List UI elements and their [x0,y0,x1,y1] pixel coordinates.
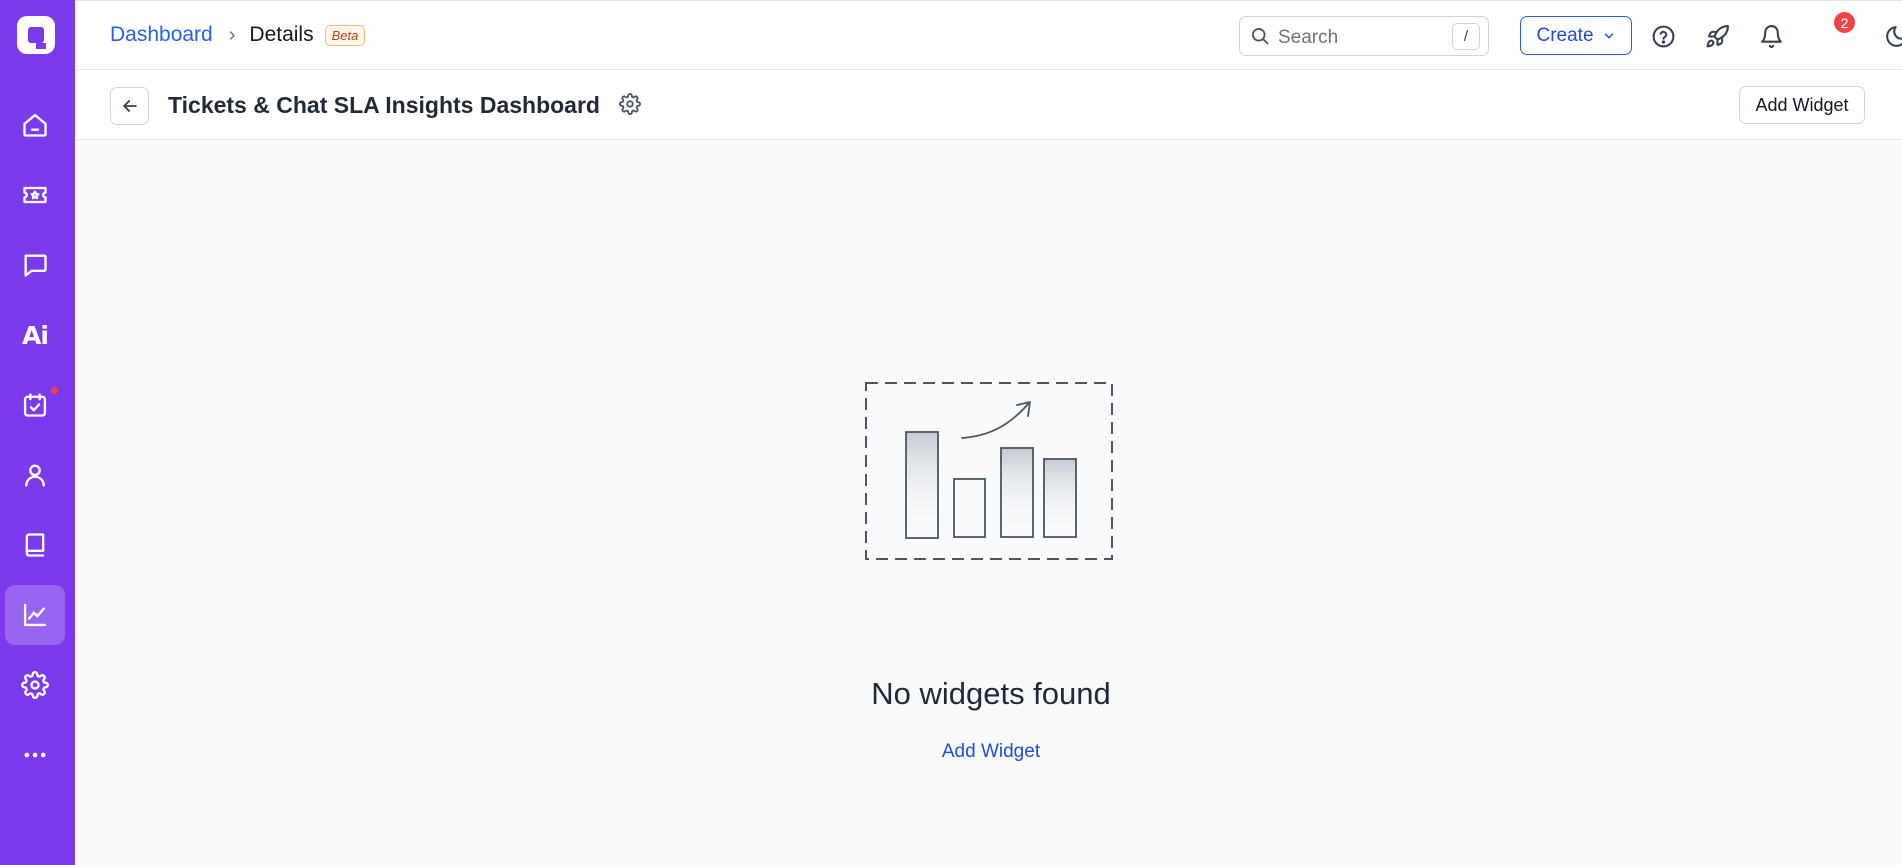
breadcrumb-current: Details [249,23,314,46]
sidebar: Ai [0,0,75,865]
search-icon [1252,28,1269,45]
arrow-left-icon [122,100,137,112]
dashboard-settings-button[interactable] [619,93,643,117]
sidebar-item-tickets[interactable] [5,165,65,225]
back-button[interactable] [110,87,149,125]
notification-count-badge: 2 [1832,10,1857,35]
sidebar-item-home[interactable] [5,95,65,155]
chat-bubble-icon [24,254,47,277]
create-button-label: Create [1536,24,1594,46]
add-widget-button[interactable]: Add Widget [1739,86,1865,124]
empty-state-title: No widgets found [871,676,1111,711]
dashboard-header: Tickets & Chat SLA Insights Dashboard Ad… [75,70,1902,140]
gear-icon [619,93,641,115]
top-bar: Dashboard › Details Beta Search / Create… [75,0,1902,70]
notifications-button[interactable] [1756,21,1786,51]
breadcrumb: Dashboard › Details Beta [110,23,366,47]
getting-started-button[interactable] [1702,21,1732,51]
search-input[interactable]: Search / [1239,16,1489,56]
app-logo[interactable] [17,16,55,54]
chart-line-icon [23,603,47,627]
chevron-down-icon [1604,33,1613,38]
user-icon [25,464,45,487]
breadcrumb-dashboard-link[interactable]: Dashboard [110,23,213,47]
search-placeholder: Search [1278,27,1339,48]
empty-chart-illustration [864,381,1114,561]
bell-icon [1760,24,1782,48]
sidebar-item-ai[interactable]: Ai [5,305,65,365]
moon-icon [1885,25,1902,47]
book-icon [25,533,45,557]
home-icon [23,113,47,137]
create-button[interactable]: Create [1520,16,1632,55]
ai-icon: Ai [22,320,49,350]
sidebar-item-tasks[interactable] [5,375,65,435]
calendar-check-icon [23,393,47,417]
add-widget-link[interactable]: Add Widget [942,741,1040,762]
notification-dot [49,385,60,396]
rocket-icon [1706,24,1729,47]
beta-badge: Beta [324,24,366,46]
dark-mode-toggle[interactable] [1881,21,1902,51]
chevron-right-icon: › [228,23,236,46]
search-shortcut-key: / [1452,23,1480,50]
sidebar-item-analytics[interactable] [5,585,65,645]
ticket-icon [23,186,47,204]
empty-state-action: Add Widget [0,741,1902,763]
sidebar-item-chat[interactable] [5,235,65,295]
page-title: Tickets & Chat SLA Insights Dashboard [168,92,600,118]
sidebar-item-contacts[interactable] [5,445,65,505]
sidebar-item-knowledge-base[interactable] [5,515,65,575]
help-button[interactable] [1648,21,1678,51]
help-circle-icon [1652,25,1674,47]
